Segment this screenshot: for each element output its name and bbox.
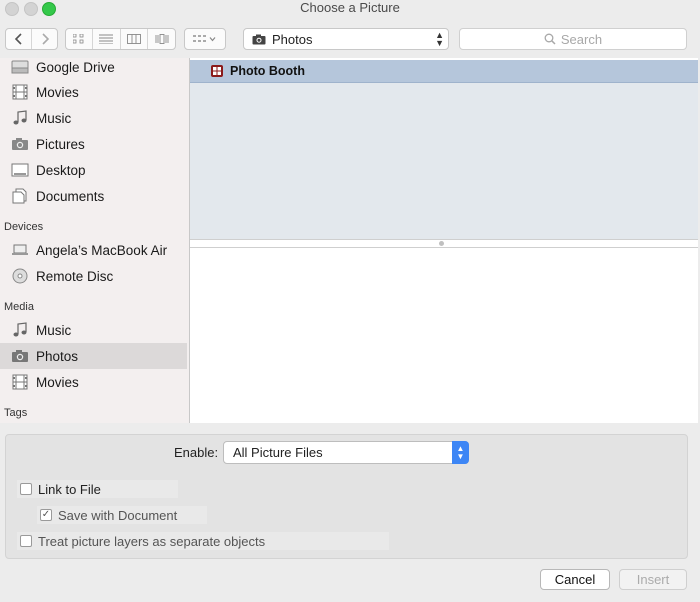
sidebar-header-media: Media: [4, 301, 34, 313]
file-browser: Photo Booth: [189, 58, 698, 423]
photo-booth-icon: [211, 65, 223, 77]
sidebar-item-media-movies[interactable]: Movies: [0, 369, 187, 395]
sidebar-item-google-drive[interactable]: Google Drive: [0, 58, 187, 80]
document-icon: [12, 188, 27, 204]
coverflow-icon: [155, 34, 169, 44]
sidebar: Google Drive Movies Music Pictures Deskt…: [0, 58, 189, 423]
view-mode-buttons: [65, 28, 176, 50]
split-divider[interactable]: [190, 239, 698, 248]
sidebar-item-media-music[interactable]: Music: [0, 317, 187, 343]
enable-select-value: All Picture Files: [233, 445, 323, 460]
laptop-icon: [12, 244, 28, 255]
up-down-arrows-icon: ▲ ▼: [435, 30, 444, 48]
disc-icon: [12, 268, 28, 284]
checkbox-label: Save with Document: [58, 507, 178, 523]
chevron-right-icon: [41, 33, 49, 45]
title-bar: Choose a Picture: [0, 0, 700, 22]
checkbox-box[interactable]: ✓: [40, 509, 52, 521]
toolbar: Photos ▲ ▼ Search: [0, 22, 700, 58]
column-view-button[interactable]: [121, 29, 149, 49]
cancel-button[interactable]: Cancel: [540, 569, 610, 590]
icon-view-button[interactable]: [66, 29, 93, 49]
search-icon: [544, 33, 556, 45]
arrange-button[interactable]: [184, 28, 226, 50]
sidebar-item-macbook-air[interactable]: Angela’s MacBook Air: [0, 237, 187, 263]
checkbox-box[interactable]: [20, 535, 32, 547]
list-view-button[interactable]: [93, 29, 121, 49]
insert-button[interactable]: Insert: [619, 569, 687, 590]
drive-icon: [11, 60, 29, 74]
camera-icon: [12, 350, 28, 362]
location-popup[interactable]: Photos ▲ ▼: [243, 28, 449, 50]
sidebar-item-movies[interactable]: Movies: [0, 79, 187, 105]
camera-icon: [252, 34, 266, 44]
checkbox-label: Treat picture layers as separate objects: [38, 533, 266, 549]
columns-icon: [126, 34, 141, 44]
treat-layers-checkbox[interactable]: Treat picture layers as separate objects: [17, 532, 389, 550]
search-field[interactable]: Search: [459, 28, 687, 50]
enable-label: Enable:: [174, 445, 219, 460]
link-to-file-checkbox[interactable]: Link to File: [17, 480, 178, 498]
search-placeholder: Search: [560, 31, 603, 47]
film-icon: [12, 374, 28, 390]
list-item-photo-booth[interactable]: Photo Booth: [190, 60, 698, 83]
window-title: Choose a Picture: [300, 0, 400, 15]
sidebar-header-devices: Devices: [4, 221, 44, 233]
coverflow-view-button[interactable]: [148, 29, 175, 49]
media-browser-pane: [190, 60, 698, 239]
sidebar-item-music[interactable]: Music: [0, 105, 187, 131]
sidebar-item-remote-disc[interactable]: Remote Disc: [0, 263, 187, 289]
checkbox-box[interactable]: [20, 483, 32, 495]
list-item-label: Photo Booth: [230, 64, 305, 78]
grid-icon: [72, 34, 84, 44]
sidebar-item-documents[interactable]: Documents: [0, 183, 187, 209]
sidebar-item-desktop[interactable]: Desktop: [0, 157, 187, 183]
location-label: Photos: [272, 31, 313, 47]
up-down-arrows-icon: ▲ ▼: [452, 441, 469, 464]
music-note-icon: [13, 322, 27, 337]
back-button[interactable]: [6, 29, 32, 49]
sidebar-item-pictures[interactable]: Pictures: [0, 131, 187, 157]
sidebar-header-tags: Tags: [4, 407, 28, 419]
chevron-left-icon: [14, 33, 22, 45]
enable-file-type-select[interactable]: All Picture Files ▲ ▼: [223, 441, 469, 464]
options-panel: Enable: All Picture Files ▲ ▼ Link to Fil…: [5, 434, 688, 559]
music-note-icon: [13, 110, 27, 125]
save-with-document-checkbox[interactable]: ✓ Save with Document: [37, 506, 207, 524]
desktop-icon: [11, 163, 29, 177]
arrange-grid-icon: [193, 35, 216, 42]
sidebar-item-media-photos[interactable]: Photos: [0, 343, 187, 369]
checkbox-label: Link to File: [38, 481, 101, 497]
forward-button[interactable]: [32, 29, 57, 49]
list-icon: [99, 34, 114, 44]
camera-icon: [12, 138, 28, 150]
nav-buttons: [5, 28, 58, 50]
divider-handle-icon[interactable]: [439, 241, 444, 246]
film-icon: [12, 84, 28, 100]
